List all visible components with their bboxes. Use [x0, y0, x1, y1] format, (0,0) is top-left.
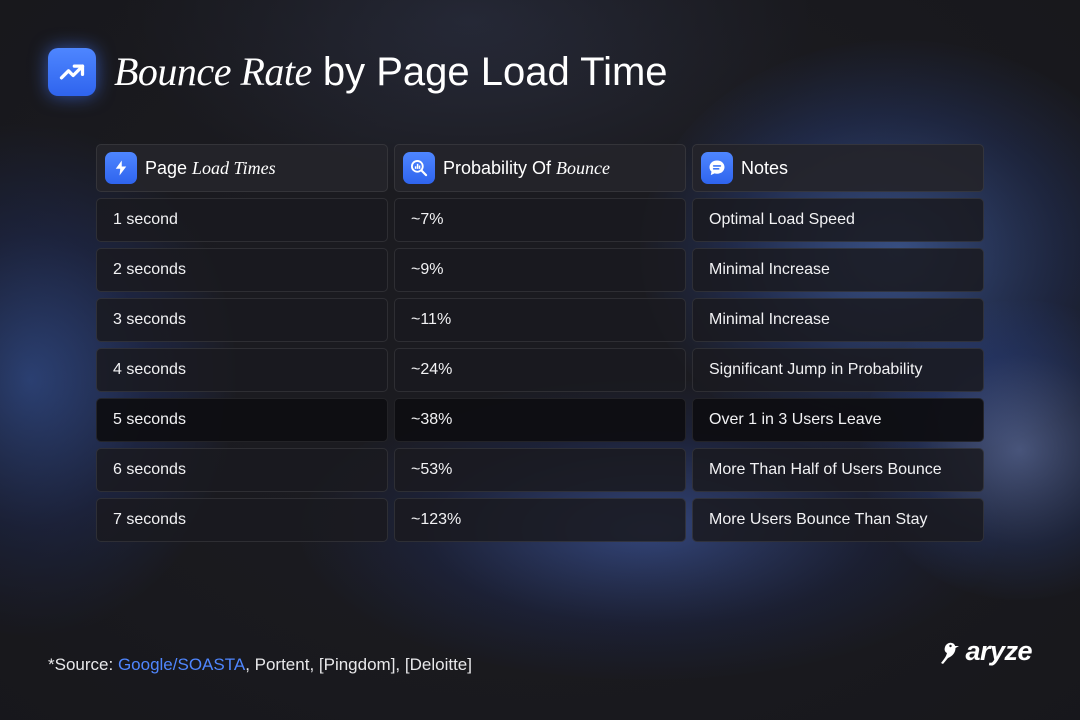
column-header-label: Notes: [741, 157, 789, 178]
source-link[interactable]: Google/SOASTA: [118, 655, 245, 674]
column-header-label: Probability Of Bounce: [443, 157, 611, 178]
magnify-chart-icon: [403, 152, 435, 184]
cell-probability: ~7%: [394, 198, 686, 242]
cell-load-time: 3 seconds: [96, 298, 388, 342]
cell-note: More Than Half of Users Bounce: [692, 448, 984, 492]
column-header-label: Page Load Times: [145, 157, 276, 178]
bird-logo-icon: [941, 642, 960, 664]
cell-load-time: 6 seconds: [96, 448, 388, 492]
page-title-italic: Bounce Rate: [114, 49, 312, 94]
cell-probability: ~11%: [394, 298, 686, 342]
cell-probability: ~9%: [394, 248, 686, 292]
cell-note: Minimal Increase: [692, 248, 984, 292]
cell-probability: ~53%: [394, 448, 686, 492]
cell-probability: ~24%: [394, 348, 686, 392]
page-title-rest: by Page Load Time: [311, 50, 668, 94]
header: Bounce Rate by Page Load Time: [48, 48, 668, 96]
page-title: Bounce Rate by Page Load Time: [114, 48, 668, 96]
cell-load-time: 5 seconds: [96, 398, 388, 442]
trending-up-icon: [48, 48, 96, 96]
cell-load-time: 1 second: [96, 198, 388, 242]
cell-note: Optimal Load Speed: [692, 198, 984, 242]
column-header-notes: Notes: [692, 144, 984, 192]
cell-note: Significant Jump in Probability: [692, 348, 984, 392]
column-header-load-times: Page Load Times: [96, 144, 388, 192]
cell-load-time: 4 seconds: [96, 348, 388, 392]
cell-probability: ~38%: [394, 398, 686, 442]
brand-name: aryze: [965, 636, 1032, 666]
cell-note: More Users Bounce Than Stay: [692, 498, 984, 542]
cell-load-time: 7 seconds: [96, 498, 388, 542]
brand-logo: aryze: [935, 636, 1032, 667]
source-footnote: *Source: Google/SOASTA, Portent, [Pingdo…: [48, 655, 472, 674]
column-header-probability: Probability Of Bounce: [394, 144, 686, 192]
lightning-bolt-icon: [105, 152, 137, 184]
cell-load-time: 2 seconds: [96, 248, 388, 292]
chat-bubble-icon: [701, 152, 733, 184]
cell-probability: ~123%: [394, 498, 686, 542]
cell-note: Over 1 in 3 Users Leave: [692, 398, 984, 442]
cell-note: Minimal Increase: [692, 298, 984, 342]
